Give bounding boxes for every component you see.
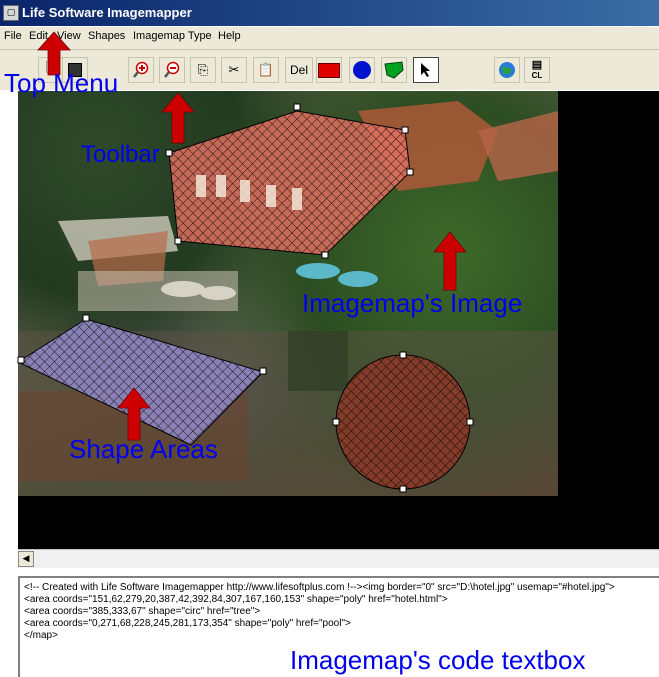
code-line: <area coords="151,62,279,20,387,42,392,8… xyxy=(24,594,448,605)
window-title: Life Software Imagemapper xyxy=(22,5,192,20)
scroll-left-icon[interactable]: ◀ xyxy=(18,551,34,567)
horizontal-scrollbar[interactable]: ◀ xyxy=(18,549,659,568)
code-line: <area coords="385,333,67" shape="circ" h… xyxy=(24,606,261,617)
menu-help[interactable]: Help xyxy=(218,30,241,42)
title-bar: ▢ Life Software Imagemapper xyxy=(0,0,659,26)
menu-bar: File Edit View Shapes Imagemap Type Help xyxy=(0,27,659,50)
annotation-top-menu: Top Menu xyxy=(4,68,119,98)
paste-icon: 📋 xyxy=(257,62,275,78)
cut-icon: ✂ xyxy=(228,62,240,78)
polygon-tool-button[interactable] xyxy=(381,57,407,83)
menu-view[interactable]: View xyxy=(57,30,81,42)
zoom-out-button[interactable] xyxy=(159,57,185,83)
pointer-tool-button[interactable] xyxy=(413,57,439,83)
circle-tool-icon xyxy=(353,61,371,79)
menu-file[interactable]: File xyxy=(4,30,22,42)
clear-list-label: CL xyxy=(531,71,543,80)
annotation-code: Imagemap's code textbox xyxy=(290,645,586,675)
delete-button[interactable]: Del xyxy=(285,57,313,83)
code-line: </map> xyxy=(24,630,58,641)
zoom-in-button[interactable] xyxy=(128,57,154,83)
clear-list-button[interactable]: ▤ CL xyxy=(524,57,550,83)
menu-imagemap-type[interactable]: Imagemap Type xyxy=(133,30,212,42)
polygon-tool-icon xyxy=(384,61,404,79)
annotation-image: Imagemap's Image xyxy=(302,288,523,318)
web-globe-icon xyxy=(499,62,515,78)
copy-icon: ⎘ xyxy=(197,62,209,78)
annotation-shapes: Shape Areas xyxy=(69,434,218,464)
rectangle-tool-icon xyxy=(318,62,340,78)
circle-tool-button[interactable] xyxy=(349,57,375,83)
paste-button[interactable]: 📋 xyxy=(253,57,279,83)
pointer-tool-icon xyxy=(421,63,430,77)
rectangle-tool-button[interactable] xyxy=(316,57,342,83)
menu-edit[interactable]: Edit xyxy=(29,30,48,42)
app-icon[interactable]: ▢ xyxy=(3,5,19,21)
cut-button[interactable]: ✂ xyxy=(221,57,247,83)
copy-button[interactable]: ⎘ xyxy=(190,57,216,83)
preview-web-button[interactable] xyxy=(494,57,520,83)
code-line: <!-- Created with Life Software Imagemap… xyxy=(24,582,615,593)
annotation-toolbar: Toolbar xyxy=(81,141,160,168)
code-line: <area coords="0,271,68,228,245,281,173,3… xyxy=(24,618,351,629)
clear-list-icon: ▤ xyxy=(531,59,543,71)
zoom-in-icon xyxy=(133,61,149,78)
zoom-out-icon xyxy=(164,61,180,78)
menu-shapes[interactable]: Shapes xyxy=(88,30,125,42)
